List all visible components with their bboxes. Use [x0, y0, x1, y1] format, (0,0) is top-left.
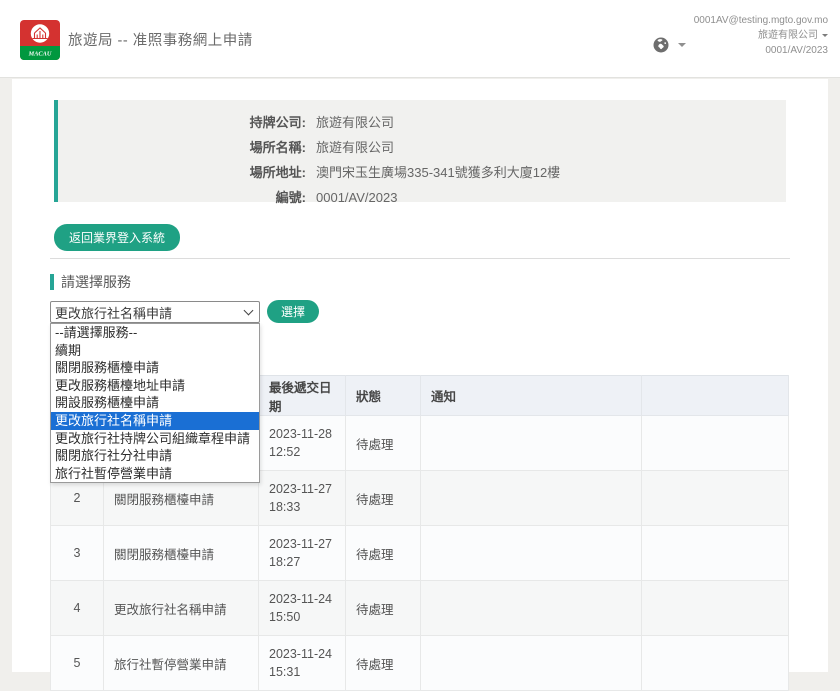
- cell-date: 2023-11-27 18:27: [259, 526, 346, 581]
- cell-date: 2023-11-24 15:31: [259, 636, 346, 691]
- mgto-logo-icon: MACAU: [20, 20, 60, 60]
- cell-date: 2023-11-24 15:50: [259, 581, 346, 636]
- cell-notice: [421, 416, 642, 471]
- cell-service-name: 旅行社暫停營業申請: [104, 636, 259, 691]
- user-info-block: 0001AV@testing.mgto.gov.mo 旅遊有限公司 0001/A…: [694, 13, 828, 58]
- service-option[interactable]: 續期: [51, 342, 259, 360]
- info-row-premises-address: 場所地址: 澳門宋玉生廣場335-341號獲多利大廈12樓: [58, 160, 786, 185]
- time-value: 18:27: [269, 553, 335, 571]
- cell-extra: [642, 471, 789, 526]
- table-row: 4 更改旅行社名稱申請 2023-11-24 15:50 待處理: [51, 581, 789, 636]
- time-value: 15:31: [269, 663, 335, 681]
- service-option[interactable]: 更改旅行社持牌公司組織章程申請: [51, 430, 259, 448]
- info-label: 場所名稱:: [58, 135, 306, 160]
- globe-icon: [652, 36, 670, 54]
- info-row-license-number: 編號: 0001/AV/2023: [58, 185, 786, 210]
- mgto-logo: MACAU: [20, 20, 60, 60]
- company-caret-icon: [822, 34, 828, 37]
- cell-service-name: 更改旅行社名稱申請: [104, 581, 259, 636]
- time-value: 18:33: [269, 498, 335, 516]
- date-value: 2023-11-24: [269, 590, 335, 608]
- cell-num: 5: [51, 636, 104, 691]
- info-row-company: 持牌公司: 旅遊有限公司: [58, 110, 786, 135]
- service-select-open-list: --請選擇服務-- 續期 關閉服務櫃檯申請 更改服務櫃檯地址申請 開設服務櫃檯申…: [50, 323, 260, 483]
- cell-extra: [642, 416, 789, 471]
- service-section-title: 請選擇服務: [61, 272, 131, 292]
- logo-text: MACAU: [28, 51, 52, 58]
- service-option[interactable]: 開設服務櫃檯申請: [51, 394, 259, 412]
- cell-notice: [421, 526, 642, 581]
- service-select-value: 更改旅行社名稱申請: [55, 303, 172, 322]
- licensee-info-panel: 持牌公司: 旅遊有限公司 場所名稱: 旅遊有限公司 場所地址: 澳門宋玉生廣場3…: [54, 100, 786, 202]
- cell-status: 待處理: [346, 581, 421, 636]
- info-row-premises-name: 場所名稱: 旅遊有限公司: [58, 135, 786, 160]
- section-accent-bar: [50, 274, 54, 290]
- cell-status: 待處理: [346, 416, 421, 471]
- cell-status: 待處理: [346, 526, 421, 581]
- info-label: 持牌公司:: [58, 110, 306, 135]
- col-header-status: 狀態: [346, 376, 421, 416]
- service-option[interactable]: --請選擇服務--: [51, 324, 259, 342]
- info-value: 0001/AV/2023: [316, 185, 397, 210]
- service-option-highlighted[interactable]: 更改旅行社名稱申請: [51, 412, 259, 430]
- cell-status: 待處理: [346, 636, 421, 691]
- cell-date: 2023-11-27 18:33: [259, 471, 346, 526]
- language-selector[interactable]: [652, 36, 686, 54]
- service-option[interactable]: 旅行社暫停營業申請: [51, 465, 259, 483]
- top-bar: MACAU 旅遊局 -- 准照事務網上申請 0001AV@testing.mgt…: [0, 0, 840, 78]
- info-label: 場所地址:: [58, 160, 306, 185]
- col-header-notice: 通知: [421, 376, 642, 416]
- info-label: 編號:: [58, 185, 306, 210]
- globe-caret-icon: [678, 43, 686, 47]
- cell-extra: [642, 581, 789, 636]
- chevron-down-icon: [244, 306, 254, 316]
- info-value: 旅遊有限公司: [316, 110, 394, 135]
- cell-extra: [642, 636, 789, 691]
- cell-extra: [642, 526, 789, 581]
- cell-num: 4: [51, 581, 104, 636]
- user-email: 0001AV@testing.mgto.gov.mo: [694, 13, 828, 28]
- col-header-date: 最後遞交日期: [259, 376, 346, 416]
- user-license-no: 0001/AV/2023: [694, 43, 828, 58]
- cell-notice: [421, 636, 642, 691]
- page-title: 旅遊局 -- 准照事務網上申請: [68, 0, 253, 78]
- date-value: 2023-11-27: [269, 535, 335, 553]
- time-value: 15:50: [269, 608, 335, 626]
- cell-notice: [421, 581, 642, 636]
- info-value: 澳門宋玉生廣場335-341號獲多利大廈12樓: [316, 160, 560, 185]
- user-company-name: 旅遊有限公司: [758, 28, 818, 43]
- service-select[interactable]: 更改旅行社名稱申請: [50, 301, 260, 323]
- choose-service-button[interactable]: 選擇: [267, 300, 319, 323]
- col-header-extra: [642, 376, 789, 416]
- cell-num: 3: [51, 526, 104, 581]
- info-value: 旅遊有限公司: [316, 135, 394, 160]
- cell-status: 待處理: [346, 471, 421, 526]
- service-option[interactable]: 關閉旅行社分社申請: [51, 447, 259, 465]
- date-value: 2023-11-27: [269, 480, 335, 498]
- back-to-login-button[interactable]: 返回業界登入系統: [54, 224, 180, 251]
- user-company-dropdown[interactable]: 旅遊有限公司: [758, 28, 828, 43]
- service-section-header: 請選擇服務: [50, 272, 131, 292]
- cell-notice: [421, 471, 642, 526]
- service-option[interactable]: 更改服務櫃檯地址申請: [51, 377, 259, 395]
- date-value: 2023-11-28: [269, 425, 335, 443]
- table-row: 3 關閉服務櫃檯申請 2023-11-27 18:27 待處理: [51, 526, 789, 581]
- cell-service-name: 關閉服務櫃檯申請: [104, 526, 259, 581]
- content-card: 持牌公司: 旅遊有限公司 場所名稱: 旅遊有限公司 場所地址: 澳門宋玉生廣場3…: [12, 79, 828, 672]
- time-value: 12:52: [269, 443, 335, 461]
- date-value: 2023-11-24: [269, 645, 335, 663]
- cell-date: 2023-11-28 12:52: [259, 416, 346, 471]
- section-divider: [50, 258, 790, 259]
- service-option[interactable]: 關閉服務櫃檯申請: [51, 359, 259, 377]
- table-row: 5 旅行社暫停營業申請 2023-11-24 15:31 待處理: [51, 636, 789, 691]
